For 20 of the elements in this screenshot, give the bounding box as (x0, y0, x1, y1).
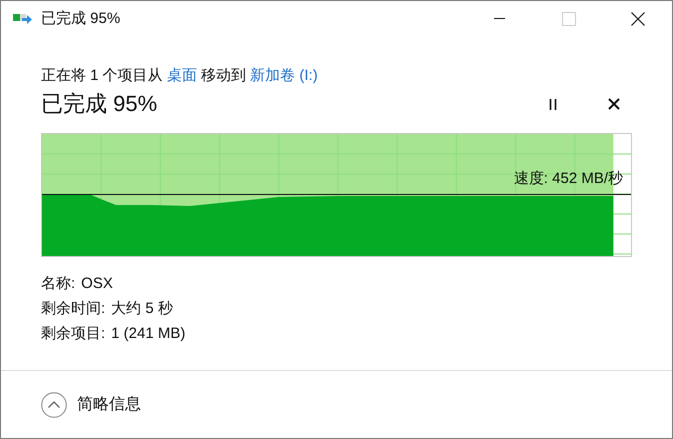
location-link[interactable]: 桌面 (166, 67, 197, 84)
maximize-icon (562, 12, 576, 26)
status-text: 正在将 1 个项目从 桌面 移动到 新加卷 (I:) (41, 66, 319, 86)
detail-value: 大约 5 秒 (111, 299, 173, 319)
chevron-up-icon (41, 392, 67, 418)
collapse-button[interactable]: 简略信息 (41, 392, 141, 418)
location-link[interactable]: 新加卷 (I:) (250, 67, 318, 84)
speed-label: 速度: 452 MB/秒 (514, 170, 623, 188)
close-icon (608, 98, 620, 110)
detail-value: 1 (241 MB) (111, 324, 186, 344)
detail-label: 名称: (41, 274, 76, 294)
window-title: 已完成 95% (41, 9, 120, 28)
detail-label: 剩余时间: (41, 299, 106, 319)
detail-label: 剩余项目: (41, 324, 106, 344)
close-icon (630, 12, 644, 26)
progress-heading: 已完成 95% (41, 90, 158, 118)
minimize-icon (494, 18, 505, 19)
detail-value: OSX (81, 274, 113, 294)
pause-icon (548, 98, 558, 110)
file-move-icon (13, 12, 33, 26)
